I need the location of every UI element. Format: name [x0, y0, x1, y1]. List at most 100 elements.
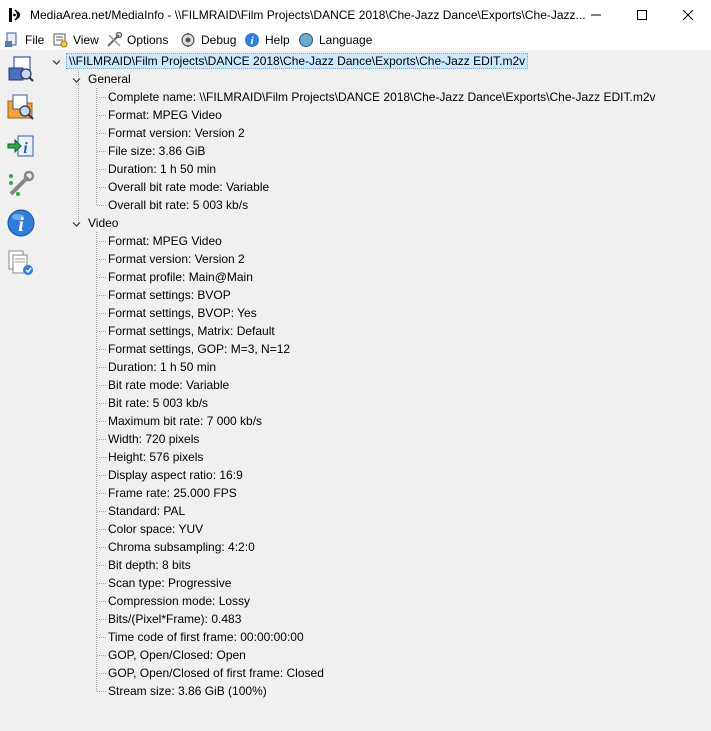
tree-leaf-item[interactable]: Time code of first frame: 00:00:00:00 — [108, 628, 304, 646]
tree-connector — [97, 205, 106, 206]
tree-leaf-item[interactable]: Chroma subsampling: 4:2:0 — [108, 538, 255, 556]
maximize-button[interactable] — [619, 0, 665, 30]
collapse-root-chevron-icon[interactable] — [52, 58, 61, 67]
tree-leaf-item[interactable]: Format settings, BVOP: Yes — [108, 304, 257, 322]
tree-leaf-item[interactable]: Maximum bit rate: 7 000 kb/s — [108, 412, 262, 430]
tree-leaf-item[interactable]: Overall bit rate: 5 003 kb/s — [108, 196, 248, 214]
tree-leaf-item[interactable]: Bits/(Pixel*Frame): 0.483 — [108, 610, 241, 628]
menu-file-label: File — [25, 33, 45, 47]
language-icon — [299, 33, 313, 47]
tree-connector — [97, 313, 106, 314]
tree-connector — [97, 97, 106, 98]
tree-leaf-item[interactable]: Format profile: Main@Main — [108, 268, 253, 286]
export-button[interactable]: i — [4, 130, 38, 164]
tree-connector — [97, 673, 106, 674]
tree-leaf-item[interactable]: File size: 3.86 GiB — [108, 142, 205, 160]
tree-connector — [97, 385, 106, 386]
tree-connector — [97, 691, 106, 692]
tree-leaf-item[interactable]: Compression mode: Lossy — [108, 592, 250, 610]
tree-connector — [97, 475, 106, 476]
tree-leaf-item[interactable]: Bit rate: 5 003 kb/s — [108, 394, 208, 412]
tree-leaf-item[interactable]: Complete name: \\FILMRAID\Film Projects\… — [108, 88, 656, 106]
tree-leaf-item[interactable]: Format: MPEG Video — [108, 106, 222, 124]
tree-leaf-item[interactable]: Scan type: Progressive — [108, 574, 231, 592]
left-toolbar: i i — [0, 50, 44, 731]
options-icon — [107, 32, 122, 47]
tree-leaf-item[interactable]: Color space: YUV — [108, 520, 203, 538]
preferences-button[interactable] — [4, 168, 38, 202]
tree-leaf-item[interactable]: Bit depth: 8 bits — [108, 556, 191, 574]
tree-connector — [97, 151, 106, 152]
tree-leaf-item[interactable]: Duration: 1 h 50 min — [108, 358, 216, 376]
tree-node-video[interactable]: Video — [88, 214, 118, 232]
minimize-button[interactable] — [573, 0, 619, 30]
menu-options-label: Options — [127, 33, 169, 47]
minimize-icon — [591, 14, 601, 16]
tree-connector — [97, 331, 106, 332]
tree-leaf-item[interactable]: Format settings, GOP: M=3, N=12 — [108, 340, 290, 358]
tree-leaf-item[interactable]: Format version: Version 2 — [108, 124, 245, 142]
tree-leaf-item[interactable]: Format settings: BVOP — [108, 286, 231, 304]
tree-connector — [97, 547, 106, 548]
tree-connector — [97, 277, 106, 278]
tree-leaf-item[interactable]: Frame rate: 25.000 FPS — [108, 484, 237, 502]
tree-connector — [97, 187, 106, 188]
menu-help[interactable]: i Help — [244, 32, 290, 48]
tree-leaf-item[interactable]: GOP, Open/Closed of first frame: Closed — [108, 664, 324, 682]
tree-leaf-item[interactable]: Height: 576 pixels — [108, 448, 203, 466]
tree-leaf-item[interactable]: Format settings, Matrix: Default — [108, 322, 275, 340]
preferences-icon — [9, 170, 35, 196]
tree-leaf-item[interactable]: GOP, Open/Closed: Open — [108, 646, 246, 664]
menu-file[interactable]: File — [4, 32, 44, 48]
close-button[interactable] — [665, 0, 711, 30]
tree-node-general-label: General — [88, 72, 131, 86]
menu-debug[interactable]: Debug — [180, 32, 236, 48]
tree-leaf-item[interactable]: Display aspect ratio: 16:9 — [108, 466, 243, 484]
tree-node-video-label: Video — [88, 216, 119, 230]
window-title: MediaArea.net/MediaInfo - \\FILMRAID\Fil… — [30, 8, 586, 22]
tree-leaf-item[interactable]: Stream size: 3.86 GiB (100%) — [108, 682, 267, 700]
tree-connector — [97, 601, 106, 602]
open-file-icon — [8, 56, 34, 82]
about-button[interactable]: i — [4, 206, 38, 240]
tree-connector — [97, 169, 106, 170]
tree-connector — [97, 493, 106, 494]
tree-leaf-item[interactable]: Bit rate mode: Variable — [108, 376, 229, 394]
tree-connector — [97, 655, 106, 656]
tree-connector — [78, 70, 79, 223]
tree-connector — [97, 511, 106, 512]
maximize-icon — [637, 10, 647, 20]
tree-node-general[interactable]: General — [88, 70, 131, 88]
tree-leaf-item[interactable]: Format version: Version 2 — [108, 250, 245, 268]
tree-root-node[interactable]: \\FILMRAID\Film Projects\DANCE 2018\Che-… — [66, 52, 529, 70]
tree-connector — [97, 241, 106, 242]
view-icon — [53, 33, 68, 48]
export-icon: i — [7, 135, 34, 157]
collapse-video-chevron-icon[interactable] — [72, 220, 81, 229]
info-tree-view[interactable]: \\FILMRAID\Film Projects\DANCE 2018\Che-… — [44, 50, 711, 731]
collapse-general-chevron-icon[interactable] — [72, 76, 81, 85]
open-folder-icon — [7, 94, 34, 120]
tree-connector — [97, 133, 106, 134]
menu-view-label: View — [73, 33, 99, 47]
open-folder-button[interactable] — [4, 90, 38, 124]
svg-text:i: i — [23, 140, 28, 157]
tree-leaf-item[interactable]: Overall bit rate mode: Variable — [108, 178, 269, 196]
knowledge-base-button[interactable] — [4, 246, 38, 280]
tree-connector — [97, 457, 106, 458]
tree-leaf-item[interactable]: Format: MPEG Video — [108, 232, 222, 250]
tree-leaf-item[interactable]: Duration: 1 h 50 min — [108, 160, 216, 178]
tree-leaf-item[interactable]: Width: 720 pixels — [108, 430, 199, 448]
menu-language[interactable]: Language — [298, 32, 372, 48]
tree-connector — [97, 439, 106, 440]
open-file-button[interactable] — [4, 52, 38, 86]
tree-connector — [97, 115, 106, 116]
tree-connector — [97, 583, 106, 584]
close-icon — [683, 10, 693, 20]
tree-leaf-item[interactable]: Standard: PAL — [108, 502, 185, 520]
menu-language-label: Language — [319, 33, 373, 47]
help-icon: i — [245, 33, 259, 47]
menu-options[interactable]: Options — [106, 32, 168, 48]
menu-view[interactable]: View — [52, 32, 99, 48]
tree-connector — [97, 295, 106, 296]
